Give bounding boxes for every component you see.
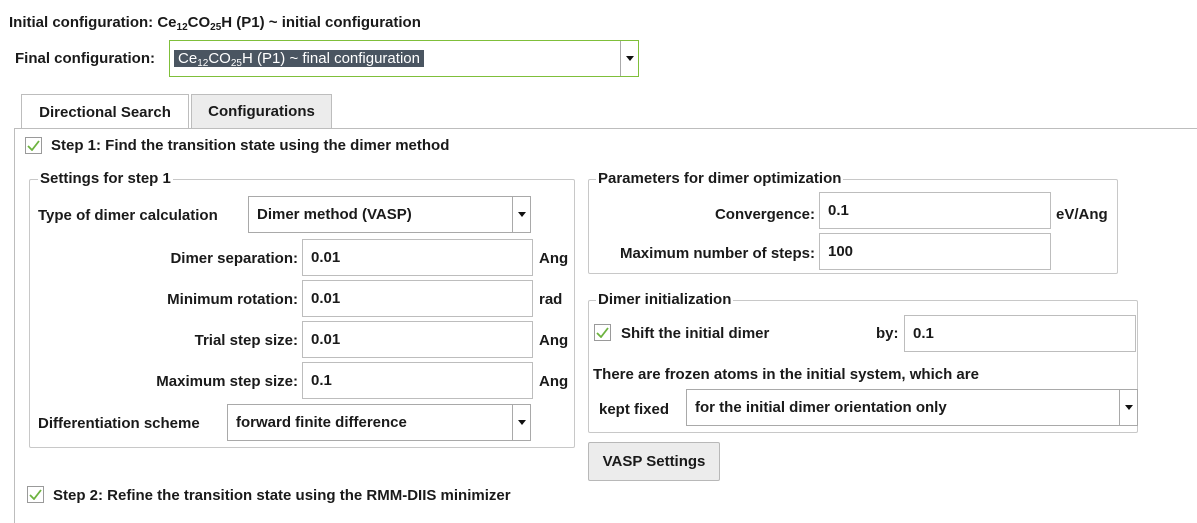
dimer-type-select[interactable]: Dimer method (VASP) [248,196,531,233]
kept-fixed-label: kept fixed [599,401,670,418]
final-configuration-selected: Ce12CO25H (P1) ~ final configuration [174,50,424,67]
maximum-step-size-unit: Ang [539,373,569,390]
max-steps-label: Maximum number of steps: [619,245,815,262]
max-steps-input[interactable]: 100 [819,233,1051,270]
check-icon [29,489,42,500]
check-icon [27,140,40,151]
vasp-settings-button[interactable]: VASP Settings [588,442,720,481]
check-icon [596,327,609,338]
chevron-down-icon[interactable] [512,197,530,232]
dimer-parameters-title: Parameters for dimer optimization [596,170,844,187]
differentiation-scheme-label: Differentiation scheme [38,415,200,432]
initial-configuration-formula: Ce12CO25H [157,14,233,33]
trial-step-size-input[interactable]: 0.01 [302,321,533,358]
shift-by-label: by: [876,325,899,342]
shift-dimer-checkbox[interactable] [594,324,611,341]
minimum-rotation-label: Minimum rotation: [167,291,298,308]
shift-by-input[interactable]: 0.1 [904,315,1136,352]
dimer-separation-label: Dimer separation: [170,250,298,267]
initial-configuration-suffix: (P1) ~ initial configuration [232,14,421,31]
step1-checkbox[interactable] [25,137,42,154]
tab-configurations[interactable]: Configurations [191,94,332,129]
step1-label: Step 1: Find the transition state using … [51,137,450,154]
step2-label: Step 2: Refine the transition state usin… [53,487,511,504]
dimer-type-label: Type of dimer calculation [38,207,218,224]
convergence-label: Convergence: [714,206,815,223]
final-configuration-select[interactable]: Ce12CO25H (P1) ~ final configuration [169,40,639,77]
chevron-down-icon[interactable] [512,405,530,440]
frozen-atoms-text: There are frozen atoms in the initial sy… [593,366,979,383]
convergence-unit: eV/Ang [1056,206,1108,223]
final-configuration-label: Final configuration: [15,50,155,67]
chevron-down-icon[interactable] [1119,390,1137,425]
dimer-separation-input[interactable]: 0.01 [302,239,533,276]
initial-configuration-label: Initial configuration: [9,14,154,31]
minimum-rotation-unit: rad [539,291,563,308]
kept-fixed-select[interactable]: for the initial dimer orientation only [686,389,1138,426]
minimum-rotation-input[interactable]: 0.01 [302,280,533,317]
maximum-step-size-label: Maximum step size: [156,373,298,390]
step2-checkbox[interactable] [27,486,44,503]
tab-directional-search[interactable]: Directional Search [21,94,189,129]
chevron-down-icon[interactable] [620,41,638,76]
maximum-step-size-input[interactable]: 0.1 [302,362,533,399]
trial-step-size-label: Trial step size: [194,332,298,349]
trial-step-size-unit: Ang [539,332,569,349]
convergence-input[interactable]: 0.1 [819,192,1051,229]
dimer-initialization-title: Dimer initialization [596,291,734,308]
differentiation-scheme-select[interactable]: forward finite difference [227,404,531,441]
dimer-separation-unit: Ang [539,250,569,267]
initial-configuration-row: Initial configuration: Ce12CO25H (P1) ~ … [9,14,421,33]
settings-step1-title: Settings for step 1 [38,170,173,187]
shift-dimer-label: Shift the initial dimer [621,325,770,342]
